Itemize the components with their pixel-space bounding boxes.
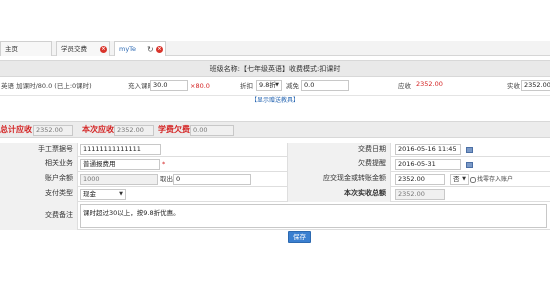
tab-bar: 主页 学员交费 × myTe ↻ × [0,41,550,56]
chevron-down-icon: ▼ [275,82,279,88]
actual-total-label: 本次实收总额 [344,189,386,197]
label-cell: 应交现金或转账金额 [287,172,391,187]
tab-myte[interactable]: myTe ↻ × [114,41,166,56]
form-row: 相关业务 普通报费用 * 欠费提醒 2016-05-31 [0,157,550,172]
remind-date-input[interactable]: 2016-05-31 [395,159,461,170]
cash-input[interactable]: 2352.00 [395,174,445,185]
discount-value: 9.8折 [259,81,276,89]
summary-bar: 总计应收 2352.00 本次应收 2352.00 学费欠费 0.00 [0,121,550,138]
reduce-label: 减免 [286,82,299,90]
chevron-down-icon: ▼ [119,191,123,197]
withdraw-input[interactable]: 0 [173,174,251,185]
tab-label: 学员交费 [61,45,87,53]
tab-label: 主页 [5,45,18,53]
label-cell: 本次实收总额 [287,187,391,202]
label-cell: 欠费提醒 [287,157,391,172]
receivable-value-box: 2352.00 [414,80,492,91]
receipt-input[interactable]: 11111111111111 [80,144,161,155]
form-row: 手工票据号 11111111111111 交费日期 2016-05-16 11:… [0,143,550,157]
tab-label: myTe [119,45,137,53]
business-label: 相关业务 [45,159,73,167]
deposit-value: 否 [453,175,460,183]
buy-hours-input[interactable]: 30.0 [150,80,188,91]
received-input[interactable]: 2352.00 [521,80,550,91]
close-icon[interactable]: × [156,46,163,53]
course-label: 英语 加课时/80.0 (已上:0课时) [1,82,92,90]
form-row: 账户余额 1000 取出 0 应交现金或转账金额 2352.00 否 ▼ 找零存… [0,172,550,187]
label-cell: 账户余额 [0,172,78,187]
tuition-owed-value: 0.00 [190,125,234,136]
label-cell: 交费日期 [287,143,391,157]
balance-label: 账户余额 [45,174,73,182]
calendar-icon[interactable] [466,162,473,168]
discount-select[interactable]: 9.8折 ▼ [256,80,282,91]
receivable-value: 2352.00 [416,80,443,88]
label-cell: 相关业务 [0,157,78,172]
form-row: 交费备注 课时超过30以上，按9.8折优惠。 [0,202,550,230]
fee-row: 英语 加课时/80.0 (已上:0课时) 充入课时 30.0 ×80.0 折扣 … [0,77,550,96]
tab-student-payment[interactable]: 学员交费 × [56,41,110,56]
discount-label: 折扣 [240,82,253,90]
receivable-label: 应收 [398,82,411,90]
pay-type-label: 支付类型 [45,189,73,197]
label-cell: 手工票据号 [0,143,78,157]
withdraw-label: 取出 [160,175,173,183]
total-receivable-value: 2352.00 [33,125,73,136]
balance-value: 1000 [80,174,158,185]
deposit-checkbox[interactable] [470,177,476,183]
form-row: 支付类型 现金 ▼ 本次实收总额 2352.00 [0,187,550,202]
label-cell: 支付类型 [0,187,78,202]
deposit-label: 找零存入账户 [477,176,514,183]
pay-date-label: 交费日期 [358,145,386,153]
total-receivable-label: 总计应收 [0,125,32,134]
tab-home[interactable]: 主页 [0,41,52,56]
show-gift-link[interactable]: 【显示赠送教具】 [0,96,550,106]
reduce-input[interactable]: 0.0 [301,80,349,91]
save-button[interactable]: 保存 [288,231,311,243]
pay-type-select[interactable]: 现金 ▼ [80,189,126,200]
current-receivable-value: 2352.00 [114,125,154,136]
remind-label: 欠费提醒 [358,159,386,167]
deposit-select[interactable]: 否 ▼ [450,174,469,185]
pay-date-input[interactable]: 2016-05-16 11:45 [395,144,461,155]
received-label: 实收 [507,82,520,90]
pay-type-value: 现金 [83,190,96,198]
cash-label: 应交现金或转账金额 [323,174,386,182]
current-receivable-label: 本次应收 [82,125,114,134]
business-select[interactable]: 普通报费用 [80,159,160,170]
actual-total-value: 2352.00 [395,189,445,200]
calendar-icon[interactable] [466,147,473,153]
receipt-label: 手工票据号 [38,145,73,153]
note-textarea[interactable]: 课时超过30以上，按9.8折优惠。 [80,204,547,228]
chevron-down-icon: ▼ [462,176,466,182]
label-cell: 交费备注 [0,202,78,230]
required-mark: * [162,160,166,168]
note-label: 交费备注 [45,211,73,219]
refresh-icon[interactable]: ↻ [147,43,154,57]
close-icon[interactable]: × [100,46,107,53]
unit-price: ×80.0 [190,82,210,90]
tuition-owed-label: 学费欠费 [158,125,190,134]
class-header: 班级名称:【七年级英语】收费模式:扣课时 [0,60,550,77]
